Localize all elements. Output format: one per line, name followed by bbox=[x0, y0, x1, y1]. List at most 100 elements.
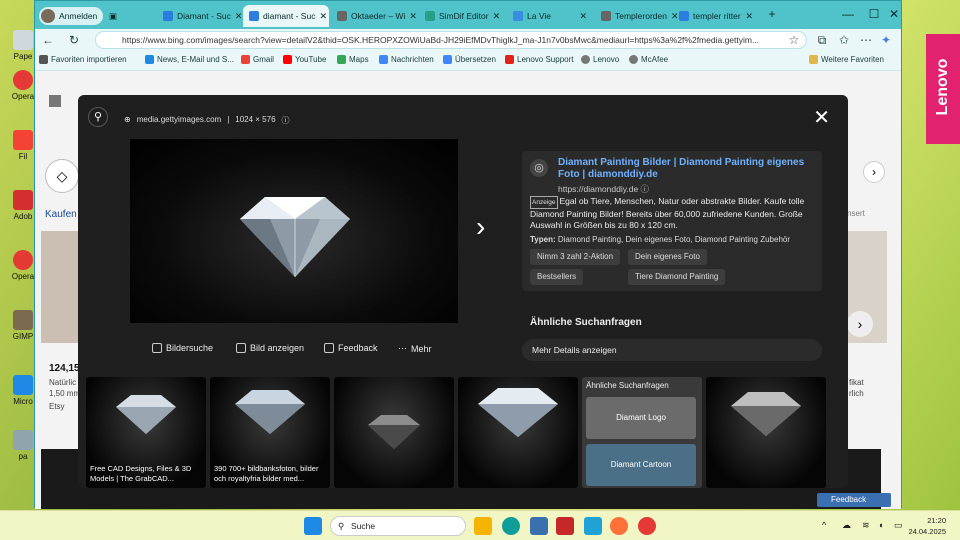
related-image[interactable] bbox=[706, 377, 826, 488]
favorite-item[interactable]: Lenovo bbox=[581, 55, 619, 64]
ad-description: Anzeige Egal ob Tiere, Menschen, Natur od… bbox=[530, 196, 805, 230]
tab-0[interactable]: Diamant - Suc ✕ bbox=[157, 5, 241, 27]
close-icon[interactable]: ✕ bbox=[813, 105, 830, 130]
related-image[interactable]: Free CAD Designs, Files & 3D Models | Th… bbox=[86, 377, 206, 488]
tab-3[interactable]: SimDif Editor ✕ bbox=[419, 5, 505, 27]
battery-icon[interactable]: ▭ bbox=[894, 520, 903, 531]
source-link[interactable]: media.gettyimages.com bbox=[137, 115, 221, 126]
tab-1[interactable]: diamant - Suc ✕ bbox=[243, 5, 329, 27]
favorite-item[interactable]: News, E-Mail und S... bbox=[145, 55, 234, 64]
globe-icon: ◎ bbox=[530, 159, 548, 177]
taskbar-search[interactable]: ⚲ Suche bbox=[330, 516, 466, 536]
more-details-button[interactable]: Mehr Details anzeigen bbox=[522, 339, 822, 361]
close-icon[interactable]: ✕ bbox=[745, 11, 753, 22]
favorite-item[interactable]: Lenovo Support bbox=[505, 55, 574, 64]
favorite-item[interactable]: YouTube bbox=[283, 55, 326, 64]
close-icon[interactable]: ✕ bbox=[409, 11, 417, 22]
tab-4[interactable]: La Vie ✕ bbox=[507, 5, 593, 27]
tab-6[interactable]: templer ritter ✕ bbox=[673, 5, 759, 27]
main-image[interactable] bbox=[130, 139, 458, 323]
close-icon[interactable]: ✕ bbox=[493, 11, 501, 22]
ad-sitelink[interactable]: Nimm 3 zahl 2-Aktion bbox=[530, 249, 621, 265]
visual-search-button[interactable]: Bildersuche bbox=[152, 343, 213, 353]
maps-icon bbox=[337, 55, 346, 64]
next-image-icon[interactable]: › bbox=[476, 211, 485, 243]
similar-search-item[interactable]: Diamant Logo bbox=[586, 397, 696, 439]
related-image[interactable] bbox=[458, 377, 578, 488]
store-icon[interactable] bbox=[530, 517, 548, 535]
profile-button[interactable]: Anmelden bbox=[39, 7, 104, 25]
favorite-item[interactable]: Gmail bbox=[241, 55, 274, 64]
ad-types: Typen: Diamond Painting, Dein eigenes Fo… bbox=[530, 235, 791, 244]
split-screen-icon[interactable]: ⧉ bbox=[813, 31, 831, 49]
product-image[interactable] bbox=[41, 231, 78, 343]
new-tab-button[interactable]: + bbox=[759, 5, 785, 23]
firefox-icon[interactable] bbox=[610, 517, 628, 535]
wifi-icon[interactable]: ≋ bbox=[862, 520, 870, 531]
image-icon bbox=[236, 343, 246, 353]
favorites-icon[interactable]: ✩ bbox=[835, 31, 853, 49]
opera-icon bbox=[13, 70, 33, 90]
app-icon[interactable] bbox=[584, 517, 602, 535]
opera-icon bbox=[13, 250, 33, 270]
cloud-icon[interactable]: ☁ bbox=[842, 520, 851, 531]
favorites-import[interactable]: Favoriten importieren bbox=[39, 55, 127, 64]
related-image[interactable] bbox=[334, 377, 454, 488]
more-menu-icon[interactable]: ⋯ bbox=[857, 31, 875, 49]
ad-sitelink[interactable]: Dein eigenes Foto bbox=[628, 249, 707, 265]
heading: Kaufen bbox=[45, 209, 77, 220]
info-icon[interactable]: ⓘ bbox=[282, 115, 290, 126]
edge-icon[interactable] bbox=[502, 517, 520, 535]
favorite-item[interactable]: McAfee bbox=[629, 55, 668, 64]
bing-icon bbox=[679, 11, 689, 21]
wikipedia-icon bbox=[337, 11, 347, 21]
chevron-right-icon[interactable]: › bbox=[863, 161, 885, 183]
favorite-item[interactable]: Übersetzen bbox=[443, 55, 496, 64]
search-icon[interactable]: ⚲ bbox=[88, 107, 108, 127]
import-icon bbox=[39, 55, 48, 64]
tab-5[interactable]: Templerorden ✕ bbox=[595, 5, 681, 27]
view-image-button[interactable]: Bild anzeigen bbox=[236, 343, 304, 353]
favorite-item[interactable]: Maps bbox=[337, 55, 369, 64]
diamond-icon[interactable]: ◇ bbox=[45, 159, 79, 193]
ad-title-link[interactable]: Diamant Painting Bilder | Diamond Painti… bbox=[558, 157, 814, 181]
close-window-button[interactable]: ✕ bbox=[881, 5, 907, 23]
ad-sitelink[interactable]: Tiere Diamond Painting bbox=[628, 269, 726, 285]
minimize-button[interactable]: — bbox=[835, 5, 861, 23]
close-icon[interactable]: ✕ bbox=[235, 11, 241, 22]
file-explorer-icon[interactable] bbox=[474, 517, 492, 535]
volume-icon[interactable]: ◖ bbox=[878, 520, 883, 530]
url-input[interactable]: https://www.bing.com/images/search?view=… bbox=[95, 31, 807, 49]
ad-sitelink[interactable]: Bestsellers bbox=[530, 269, 584, 285]
youtube-icon bbox=[283, 55, 292, 64]
more-button[interactable]: ⋯ Mehr bbox=[398, 343, 432, 354]
other-favorites[interactable]: Weitere Favoriten bbox=[809, 55, 884, 64]
microsoft-logo bbox=[49, 95, 61, 107]
diamond-image bbox=[478, 388, 558, 437]
favorite-star-icon[interactable]: ☆ bbox=[785, 31, 803, 49]
start-icon[interactable] bbox=[304, 517, 322, 535]
copilot-icon[interactable]: ✦ bbox=[877, 31, 895, 49]
clock[interactable]: 21:20 24.04.2025 bbox=[908, 515, 946, 537]
tab-2[interactable]: Oktaeder – Wi ✕ bbox=[331, 5, 417, 27]
opera-icon[interactable] bbox=[638, 517, 656, 535]
translate-icon bbox=[443, 55, 452, 64]
back-button[interactable]: ← bbox=[39, 31, 57, 49]
mcafee-icon[interactable] bbox=[556, 517, 574, 535]
info-icon[interactable]: ⓘ bbox=[641, 184, 650, 194]
refresh-button[interactable]: ↻ bbox=[65, 31, 83, 49]
feedback-action-button[interactable]: Feedback bbox=[324, 343, 378, 353]
feedback-button[interactable]: Feedback bbox=[817, 493, 891, 507]
ad-url[interactable]: https://diamonddiy.de ⓘ bbox=[558, 183, 649, 195]
similar-search-item[interactable]: Diamant Cartoon bbox=[586, 444, 696, 486]
workspaces-icon[interactable]: ▣ bbox=[103, 5, 123, 27]
close-icon[interactable]: ✕ bbox=[579, 11, 587, 22]
related-image[interactable]: 390 700+ bildbanksfoton, bilder och roya… bbox=[210, 377, 330, 488]
diamond-image bbox=[368, 415, 420, 449]
news-icon bbox=[379, 55, 388, 64]
folder-icon bbox=[809, 55, 818, 64]
chevron-up-icon[interactable]: ^ bbox=[822, 520, 826, 530]
chevron-right-icon[interactable]: › bbox=[847, 311, 873, 337]
favorite-item[interactable]: Nachrichten bbox=[379, 55, 434, 64]
close-icon[interactable]: ✕ bbox=[319, 11, 327, 22]
